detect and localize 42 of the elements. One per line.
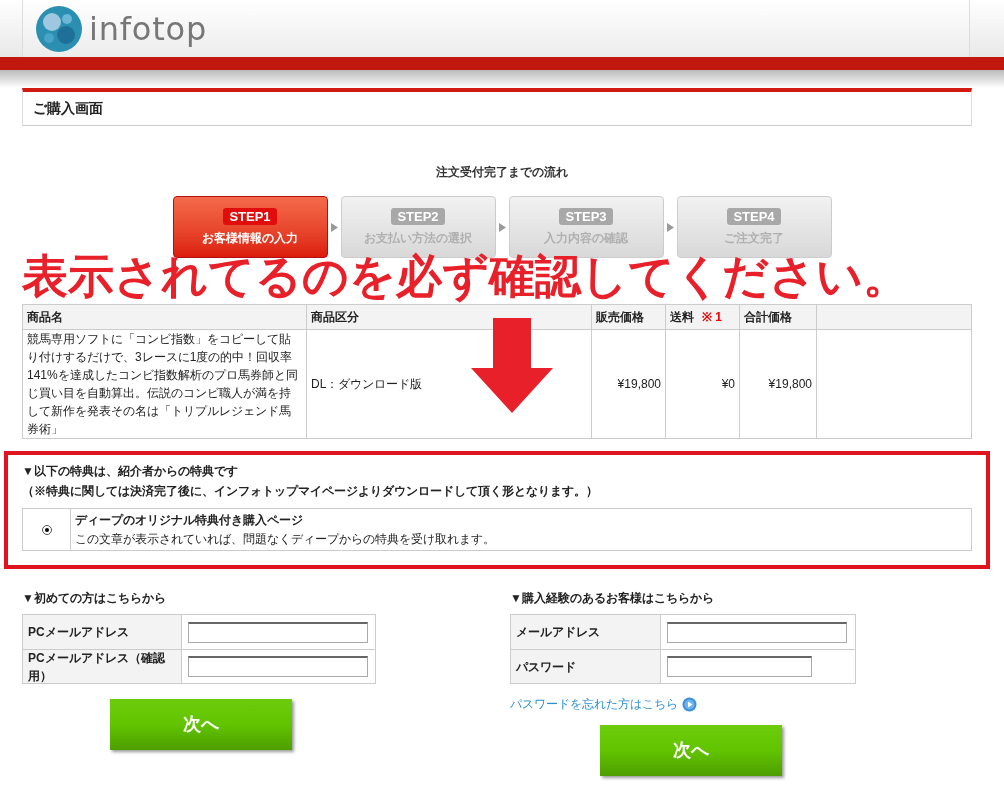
field-label: パスワード [511,650,661,683]
input-field[interactable] [667,621,847,643]
bonus-note: （※特典に関しては決済完了後に、インフォトップマイページよりダウンロードして頂く形となります。） [22,483,599,500]
column-header: 商品名 [22,304,307,330]
field-label: PCメールアドレス [23,615,182,649]
step-badge: STEP4 [727,207,781,225]
forgot-password-link[interactable]: パスワードを忘れた方はこちら [510,695,697,713]
step-arrow-icon [498,222,506,232]
down-arrow-icon [471,318,553,413]
radio-button[interactable] [41,524,52,535]
next-button[interactable]: 次へ [110,699,292,750]
input-field[interactable] [667,656,812,677]
section-heading: ▼初めての方はこちらから [22,590,167,607]
step-arrow-icon [666,222,674,232]
play-circle-icon [682,696,697,712]
column-header: 送料 [670,310,694,324]
step-arrow-icon [330,222,338,232]
next-button[interactable]: 次へ [600,725,782,776]
table-cell: ¥19,800 [591,329,666,439]
input-field[interactable] [188,656,368,677]
column-header: 合計価格 [739,304,817,330]
logo-text: infotop [89,8,208,50]
page-title: ご購入画面 [33,99,103,118]
input-field[interactable] [188,621,368,643]
section-heading: ▼購入経験のあるお客様はこちらから [510,590,715,607]
logo-icon [35,4,83,53]
table-cell: ¥19,800 [739,329,817,439]
column-header: 販売価格 [591,304,666,330]
section-heading: ▼以下の特典は、紹介者からの特典です [22,463,239,480]
field-label: PCメールアドレス（確認用） [23,650,182,683]
field-label: メールアドレス [511,615,661,649]
flow-title: 注文受付完了までの流れ [436,164,568,181]
step-badge: STEP2 [391,207,445,225]
footnote-mark: ※ 1 [702,310,722,324]
step-badge: STEP3 [559,207,613,225]
step-label: お客様情報の入力 [202,229,298,247]
column-header: 商品区分 [306,304,592,330]
option-title: ディープのオリジナル特典付き購入ページ [75,512,304,528]
table-cell: 競馬専用ソフトに「コンビ指数」をコピーして貼り付けするだけで、3レースに1度の的中！回収率141%を達成したコンビ指数解析のプロ馬券師と同じ買い目を自動算出。伝説のコンビ職人が満を持して新作を発表その名は「トリプルレジェンド馬券術」 [22,329,307,439]
option-description: この文章が表示されていれば、問題なくディープからの特典を受け取れます。 [75,531,495,547]
step-badge: STEP1 [223,207,277,225]
table-cell: ¥0 [665,329,740,439]
